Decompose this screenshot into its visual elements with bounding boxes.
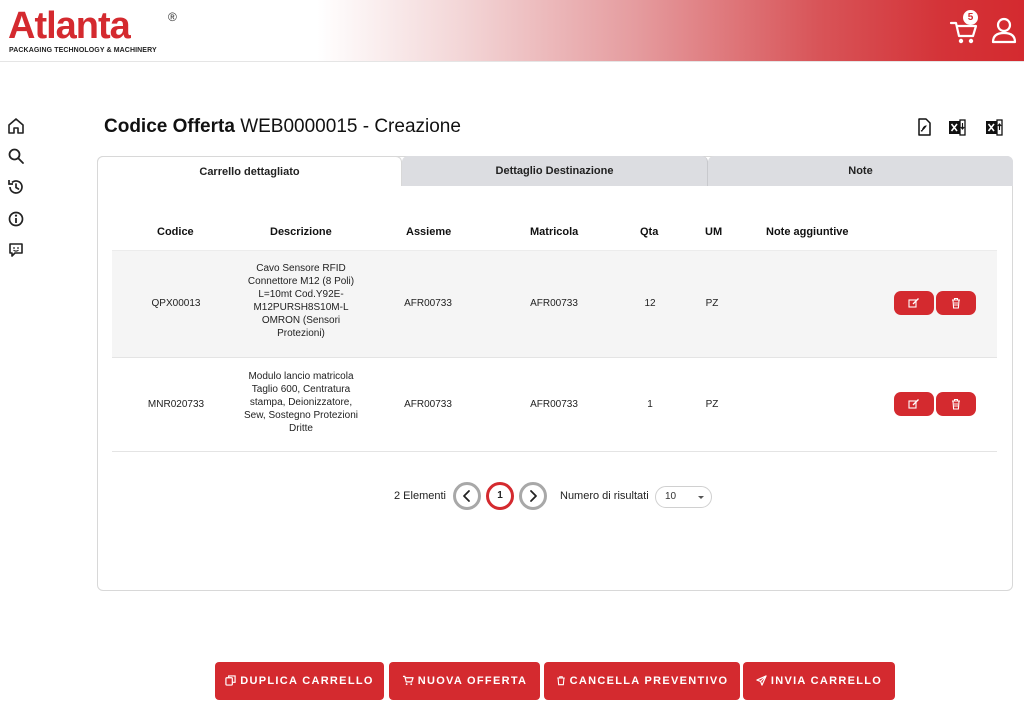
chevron-right-icon xyxy=(530,490,537,502)
invia-carrello-label: INVIA CARRELLO xyxy=(770,675,883,687)
invia-carrello-button[interactable]: INVIA CARRELLO xyxy=(743,662,895,700)
column-header-matricola: Matricola xyxy=(530,226,579,238)
pdf-icon[interactable] xyxy=(914,117,934,137)
row-assieme: AFR00733 xyxy=(404,399,452,410)
edit-icon xyxy=(908,399,919,409)
row-assieme: AFR00733 xyxy=(404,298,452,309)
descrizione-line: Sew, Sostegno Protezioni xyxy=(244,410,358,421)
descrizione-line: L=10mt Cod.Y92E- xyxy=(258,289,344,300)
row-um: PZ xyxy=(705,399,719,410)
descrizione-line: Protezioni) xyxy=(277,328,325,339)
cancella-preventivo-button[interactable]: CANCELLA PREVENTIVO xyxy=(544,662,740,700)
row-qta: 1 xyxy=(647,399,653,410)
column-header-qta: Qta xyxy=(640,226,659,238)
delete-button[interactable] xyxy=(936,291,976,315)
edit-button[interactable] xyxy=(894,291,934,315)
page-title: Codice Offerta WEB0000015 - Creazione xyxy=(104,116,461,138)
duplica-carrello-label: DUPLICA CARRELLO xyxy=(240,675,374,687)
edit-icon xyxy=(908,298,919,308)
top-header: Atlanta ® PACKAGING TECHNOLOGY & MACHINE… xyxy=(0,0,1024,62)
row-descrizione: Modulo lancio matricola Taglio 600, Cent… xyxy=(236,370,366,435)
copy-icon xyxy=(225,674,236,686)
history-icon[interactable] xyxy=(6,177,26,197)
item-count: 2 Elementi xyxy=(394,490,446,502)
next-page-button[interactable] xyxy=(519,482,547,510)
descrizione-line: Connettore M12 (8 Poli) xyxy=(247,276,355,287)
excel-export-icon[interactable] xyxy=(984,117,1004,137)
trash-icon xyxy=(952,398,960,410)
logo-wordmark: Atlanta xyxy=(8,5,131,47)
column-header-um: UM xyxy=(705,226,723,238)
cart-icon xyxy=(402,675,414,685)
user-icon[interactable] xyxy=(988,14,1020,46)
caret-down-icon xyxy=(698,496,704,499)
row-matricola: AFR00733 xyxy=(530,399,578,410)
trash-icon xyxy=(952,297,960,309)
column-header-descrizione: Descrizione xyxy=(270,226,332,238)
feedback-icon[interactable] xyxy=(6,240,26,260)
cart-count-badge: 5 xyxy=(963,10,978,25)
page-size-select[interactable]: 10 xyxy=(655,486,712,508)
row-um: PZ xyxy=(705,298,719,309)
row-descrizione: Cavo Sensore RFID Connettore M12 (8 Poli… xyxy=(236,262,366,340)
chevron-left-icon xyxy=(463,490,470,502)
delete-button[interactable] xyxy=(936,392,976,416)
column-header-codice: Codice xyxy=(157,226,194,238)
edit-button[interactable] xyxy=(894,392,934,416)
nuova-offerta-label: NUOVA OFFERTA xyxy=(417,675,528,687)
page-button-current[interactable]: 1 xyxy=(486,482,514,510)
descrizione-line: Modulo lancio matricola xyxy=(248,371,354,382)
row-qta: 12 xyxy=(644,298,656,309)
results-per-page-label: Numero di risultati xyxy=(560,490,649,502)
home-icon[interactable] xyxy=(6,116,26,136)
send-icon xyxy=(756,674,767,686)
descrizione-line: Cavo Sensore RFID xyxy=(256,263,346,274)
trash-icon xyxy=(556,675,565,685)
column-header-assieme: Assieme xyxy=(406,226,452,238)
prev-page-button[interactable] xyxy=(453,482,481,510)
descrizione-line: Dritte xyxy=(289,423,313,434)
tab-dettaglio-destinazione[interactable]: Dettaglio Destinazione xyxy=(402,156,708,186)
row-codice: MNR020733 xyxy=(147,399,205,410)
descrizione-line: Taglio 600, Centratura xyxy=(251,384,351,395)
descrizione-line: M12PURSH8S10M-L xyxy=(253,302,349,313)
search-icon[interactable] xyxy=(6,146,26,166)
logo-tagline: PACKAGING TECHNOLOGY & MACHINERY xyxy=(9,47,157,54)
nuova-offerta-button[interactable]: NUOVA OFFERTA xyxy=(389,662,540,700)
page-title-code: WEB0000015 - Creazione xyxy=(240,116,461,137)
excel-import-icon[interactable] xyxy=(947,117,967,137)
cancella-preventivo-label: CANCELLA PREVENTIVO xyxy=(569,675,729,687)
tab-carrello-dettagliato[interactable]: Carrello dettagliato xyxy=(97,156,402,186)
logo-registered-mark: ® xyxy=(168,10,177,24)
tab-note[interactable]: Note xyxy=(708,156,1013,186)
page-size-value: 10 xyxy=(665,491,677,502)
row-codice: QPX00013 xyxy=(151,298,201,309)
info-icon[interactable] xyxy=(6,209,26,229)
page-title-prefix: Codice Offerta xyxy=(104,116,235,137)
row-matricola: AFR00733 xyxy=(530,298,578,309)
atlanta-logo[interactable]: Atlanta ® PACKAGING TECHNOLOGY & MACHINE… xyxy=(8,4,208,58)
descrizione-line: stampa, Deionizzatore, xyxy=(249,397,353,408)
duplica-carrello-button[interactable]: DUPLICA CARRELLO xyxy=(215,662,384,700)
page-number: 1 xyxy=(497,490,503,501)
descrizione-line: OMRON (Sensori xyxy=(261,315,341,326)
column-header-note-aggiuntive: Note aggiuntive xyxy=(766,226,849,238)
